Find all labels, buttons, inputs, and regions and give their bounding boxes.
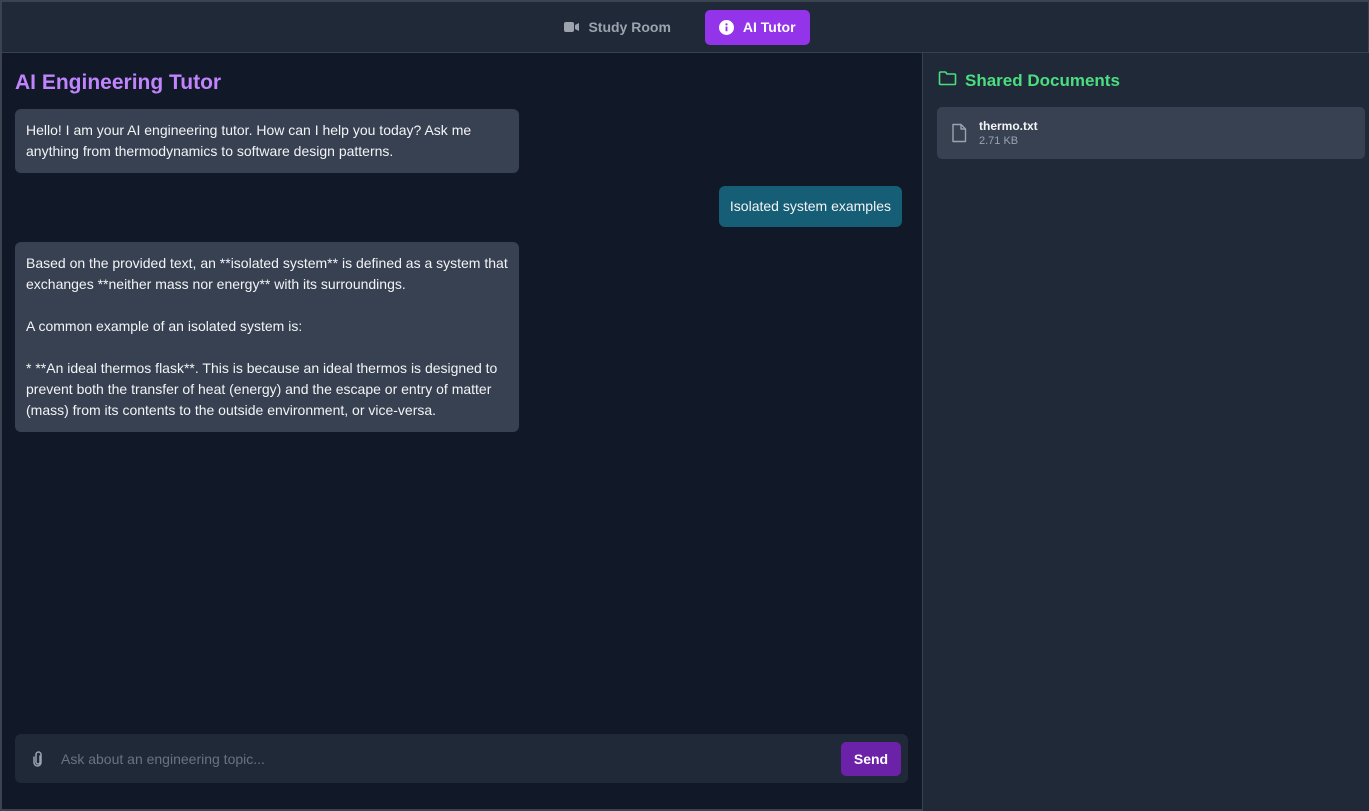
document-name: thermo.txt <box>979 119 1038 133</box>
tab-study-room-label: Study Room <box>588 19 671 35</box>
bot-message: Hello! I am your AI engineering tutor. H… <box>15 109 519 173</box>
tab-ai-tutor-label: AI Tutor <box>742 19 796 35</box>
chat-panel: AI Engineering Tutor Hello! I am your AI… <box>2 53 922 811</box>
app-window: Study Room AI Tutor AI Engineering Tutor… <box>0 0 1369 811</box>
user-message: Isolated system examples <box>718 186 902 227</box>
chat-input[interactable] <box>61 743 841 774</box>
docs-title: Shared Documents <box>965 70 1120 90</box>
tab-study-room[interactable]: Study Room <box>550 10 684 45</box>
document-item[interactable]: thermo.txt 2.71 KB <box>937 107 1365 159</box>
bot-message: Based on the provided text, an **isolate… <box>15 242 519 432</box>
docs-header: Shared Documents <box>938 70 1120 91</box>
info-icon <box>719 19 735 35</box>
chat-input-bar: Send <box>15 734 908 783</box>
top-nav: Study Room AI Tutor <box>2 2 1368 53</box>
send-button[interactable]: Send <box>841 741 901 776</box>
document-meta: thermo.txt 2.71 KB <box>979 119 1038 147</box>
document-size: 2.71 KB <box>979 135 1019 147</box>
paperclip-icon[interactable] <box>29 750 47 768</box>
page-title: AI Engineering Tutor <box>15 71 222 94</box>
folder-icon <box>938 70 957 91</box>
video-icon <box>564 19 580 35</box>
tab-ai-tutor[interactable]: AI Tutor <box>704 9 810 45</box>
file-icon <box>951 123 967 143</box>
shared-documents-panel: Shared Documents thermo.txt 2.71 KB <box>922 53 1369 811</box>
